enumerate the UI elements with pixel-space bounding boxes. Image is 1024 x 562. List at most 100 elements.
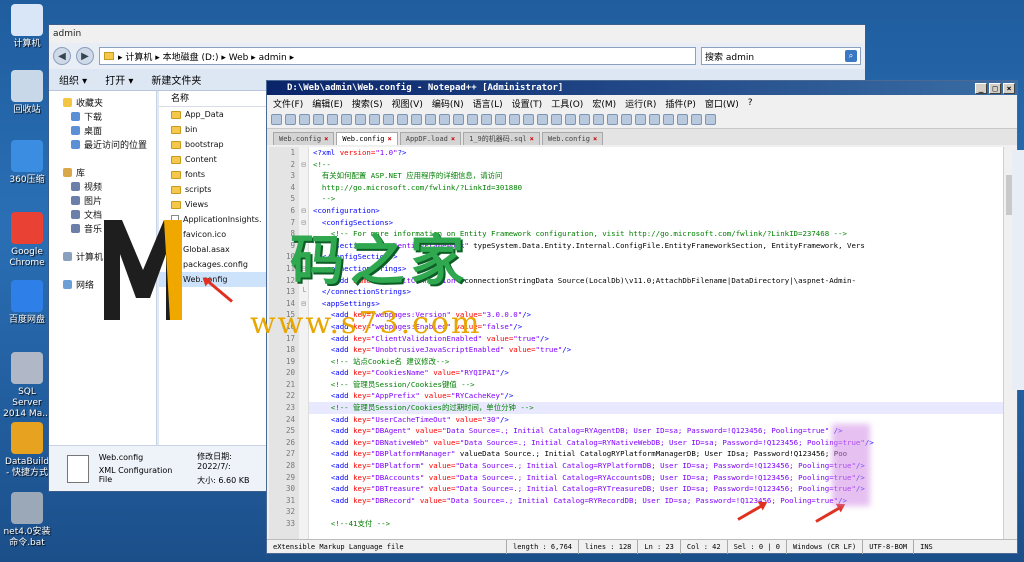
nav-item[interactable]: 收藏夹 [49, 95, 156, 109]
menu-item[interactable]: 设置(T) [512, 97, 543, 110]
search-input[interactable]: 搜索 admin ⌕ [701, 47, 861, 65]
close-all-icon[interactable] [341, 114, 352, 125]
close-tab-icon[interactable]: × [388, 135, 392, 143]
code-line[interactable]: 有关如何配置 ASP.NET 应用程序的详细信息，请访问 [309, 170, 1003, 182]
menu-item[interactable]: 视图(V) [392, 97, 423, 110]
desktop-icon[interactable]: 回收站 [2, 70, 52, 116]
close-tab-icon[interactable]: × [451, 135, 455, 143]
close-tab-icon[interactable]: × [530, 135, 534, 143]
desktop-icon[interactable]: 360压缩 [2, 140, 52, 186]
file-list-item[interactable]: bin [159, 122, 267, 137]
nav-item[interactable]: 桌面 [49, 123, 156, 137]
code-line[interactable]: <add key="DBTreasure" value="Data Source… [309, 483, 1003, 495]
explorer-titlebar[interactable]: admin [49, 25, 865, 43]
play-icon[interactable] [663, 114, 674, 125]
nav-item[interactable]: 下载 [49, 109, 156, 123]
close-icon[interactable] [327, 114, 338, 125]
new-file-icon[interactable] [271, 114, 282, 125]
menu-item[interactable]: 插件(P) [665, 97, 695, 110]
code-line[interactable]: <?xml version="1.0"?> [309, 147, 1003, 159]
search-icon[interactable]: ⌕ [845, 50, 857, 62]
save-all-icon[interactable] [313, 114, 324, 125]
code-line[interactable]: <add key="DBNativeWeb" value="Data Sourc… [309, 437, 1003, 449]
code-line[interactable]: <configuration> [309, 205, 1003, 217]
redo-icon[interactable] [425, 114, 436, 125]
code-line[interactable]: <add key="DBAgent" value="Data Source=.;… [309, 425, 1003, 437]
organize-button[interactable]: 组织 ▾ [59, 72, 87, 87]
menu-item[interactable]: 运行(R) [625, 97, 656, 110]
menu-item[interactable]: 搜索(S) [352, 97, 383, 110]
undo-icon[interactable] [411, 114, 422, 125]
wrap-icon[interactable] [523, 114, 534, 125]
fold-margin[interactable]: ⊟ ⊟ ⊟ └ ⊟ └ ⊟ [299, 147, 309, 539]
menu-item[interactable]: 编码(N) [432, 97, 464, 110]
back-icon[interactable]: ◀ [53, 47, 71, 65]
cut-icon[interactable] [369, 114, 380, 125]
record-icon[interactable] [635, 114, 646, 125]
code-line[interactable]: <add key="CookiesName" value="RYQIPAI"/> [309, 367, 1003, 379]
address-input[interactable]: ▸ 计算机 ▸ 本地磁盘 (D:) ▸ Web ▸ admin ▸ [99, 47, 696, 65]
zoom-in-icon[interactable] [467, 114, 478, 125]
code-line[interactable]: <add key="UserCacheTimeOut" value="30"/> [309, 414, 1003, 426]
menu-item[interactable]: 窗口(W) [705, 97, 739, 110]
code-line[interactable]: <!--41支付 --> [309, 518, 1003, 530]
code-line[interactable]: <!-- 管理员Session/Cookies键值 --> [309, 379, 1003, 391]
spellcheck-icon[interactable] [705, 114, 716, 125]
code-line[interactable]: <add key="DBAccounts" value="Data Source… [309, 472, 1003, 484]
save-macro-icon[interactable] [691, 114, 702, 125]
nav-item[interactable]: 最近访问的位置 [49, 137, 156, 151]
open-button[interactable]: 打开 ▾ [105, 72, 133, 87]
stop-icon[interactable] [649, 114, 660, 125]
sync-v-icon[interactable] [495, 114, 506, 125]
forward-icon[interactable]: ▶ [76, 47, 94, 65]
lang-icon[interactable] [565, 114, 576, 125]
code-line[interactable]: <!-- [309, 159, 1003, 171]
code-line[interactable]: <!-- 站点Cookie名 建议修改--> [309, 356, 1003, 368]
paste-icon[interactable] [397, 114, 408, 125]
close-button[interactable]: × [1003, 82, 1015, 94]
copy-icon[interactable] [383, 114, 394, 125]
open-file-icon[interactable] [285, 114, 296, 125]
fold-toggle-icon[interactable]: ⊟ [299, 205, 308, 217]
monitor-icon[interactable] [621, 114, 632, 125]
save-icon[interactable] [299, 114, 310, 125]
editor-tab[interactable]: Web.config × [273, 132, 335, 145]
file-list-item[interactable]: bootstrap [159, 137, 267, 152]
menu-item[interactable]: 编辑(E) [312, 97, 343, 110]
column-header-name[interactable]: 名称 [159, 91, 267, 107]
menu-item[interactable]: 宏(M) [592, 97, 616, 110]
zoom-out-icon[interactable] [481, 114, 492, 125]
editor-tab[interactable]: Web.config × [541, 132, 604, 145]
print-icon[interactable] [355, 114, 366, 125]
file-list-item[interactable]: fonts [159, 167, 267, 182]
menu-item[interactable]: 语言(L) [473, 97, 503, 110]
desktop-icon[interactable]: Google Chrome [2, 212, 52, 269]
doc-map-icon[interactable] [579, 114, 590, 125]
indent-guide-icon[interactable] [551, 114, 562, 125]
minimize-button[interactable]: _ [975, 82, 987, 94]
editor[interactable]: 1 2 3 4 5 6 7 8 9 10 11 12 13 14 15 16 17 18 19 20 21 22 23 24 2… [269, 147, 1003, 539]
play-multi-icon[interactable] [677, 114, 688, 125]
code-line[interactable]: <add key="DBPlatform" value="Data Source… [309, 460, 1003, 472]
code-line[interactable]: <add key="DBPlatformManager" valueData S… [309, 448, 1003, 460]
code-line[interactable]: <add key="AppPrefix" value="RYCacheKey"/… [309, 390, 1003, 402]
desktop-icon[interactable]: 百度网盘 [2, 280, 52, 326]
find-icon[interactable] [439, 114, 450, 125]
editor-tab[interactable]: 1_9的机器码.sql × [463, 132, 540, 145]
code-line[interactable] [309, 506, 1003, 518]
replace-icon[interactable] [453, 114, 464, 125]
folder-workspace-icon[interactable] [607, 114, 618, 125]
desktop-icon[interactable]: DataBuild - 快捷方式 [2, 422, 52, 479]
nav-item[interactable]: 视频 [49, 179, 156, 193]
code-area[interactable]: <?xml version="1.0"?> <!-- 有关如何配置 ASP.NET… [309, 147, 1003, 539]
desktop-icon[interactable]: SQL Server 2014 Ma... [2, 352, 52, 420]
nav-item[interactable]: 图片 [49, 193, 156, 207]
editor-tab[interactable]: Web.config × [336, 132, 398, 145]
desktop-icon[interactable]: 计算机 [2, 4, 52, 50]
close-tab-icon[interactable]: × [593, 135, 597, 143]
file-list-item[interactable]: scripts [159, 182, 267, 197]
close-tab-icon[interactable]: × [324, 135, 328, 143]
code-line[interactable]: <!-- 管理员Session/Cookies的过期时间，单位分钟 --> [309, 402, 1003, 414]
menu-item[interactable]: 工具(O) [551, 97, 583, 110]
menu-item[interactable]: ? [748, 98, 753, 108]
